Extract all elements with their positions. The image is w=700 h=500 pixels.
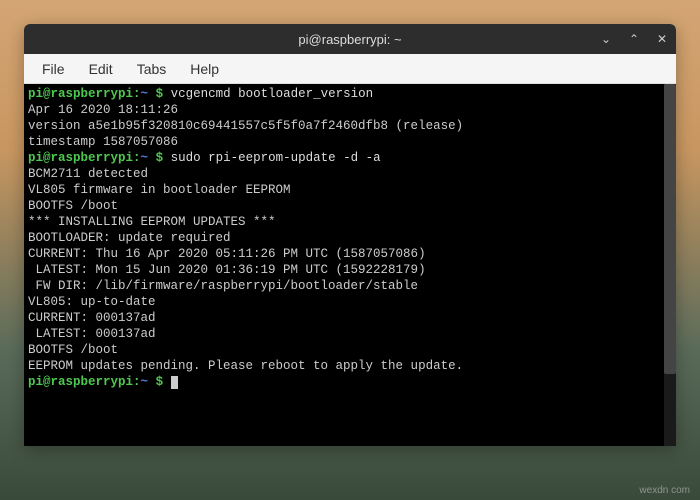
scrollbar-thumb[interactable] (664, 84, 676, 374)
output-line: CURRENT: Thu 16 Apr 2020 05:11:26 PM UTC… (28, 246, 672, 262)
output-line: EEPROM updates pending. Please reboot to… (28, 358, 672, 374)
prompt-line-3: pi@raspberrypi:~ $ (28, 374, 672, 390)
output-line: Apr 16 2020 18:11:26 (28, 102, 672, 118)
output-line: VL805 firmware in bootloader EEPROM (28, 182, 672, 198)
prompt-path: ~ (141, 87, 149, 101)
prompt-path: ~ (141, 151, 149, 165)
minimize-icon[interactable]: ⌄ (598, 32, 614, 46)
output-line: BCM2711 detected (28, 166, 672, 182)
output-line: version a5e1b95f320810c69441557c5f5f0a7f… (28, 118, 672, 134)
output-line: timestamp 1587057086 (28, 134, 672, 150)
output-line: LATEST: Mon 15 Jun 2020 01:36:19 PM UTC … (28, 262, 672, 278)
output-line: CURRENT: 000137ad (28, 310, 672, 326)
terminal-viewport[interactable]: pi@raspberrypi:~ $ vcgencmd bootloader_v… (24, 84, 676, 446)
terminal-window: pi@raspberrypi: ~ ⌄ ⌃ ✕ File Edit Tabs H… (24, 24, 676, 446)
prompt-dollar: $ (148, 375, 171, 389)
menu-edit[interactable]: Edit (79, 57, 123, 81)
prompt-user: pi@raspberrypi (28, 151, 133, 165)
prompt-user: pi@raspberrypi (28, 375, 133, 389)
prompt-sep: : (133, 87, 141, 101)
output-line: LATEST: 000137ad (28, 326, 672, 342)
prompt-dollar: $ (148, 87, 171, 101)
output-line: BOOTFS /boot (28, 342, 672, 358)
output-line: *** INSTALLING EEPROM UPDATES *** (28, 214, 672, 230)
watermark: wexdn com (639, 485, 690, 496)
prompt-line-1: pi@raspberrypi:~ $ vcgencmd bootloader_v… (28, 86, 672, 102)
prompt-sep: : (133, 151, 141, 165)
command-1: vcgencmd bootloader_version (171, 87, 374, 101)
menu-help[interactable]: Help (180, 57, 229, 81)
cursor-icon (171, 376, 178, 389)
prompt-user: pi@raspberrypi (28, 87, 133, 101)
output-line: BOOTLOADER: update required (28, 230, 672, 246)
close-icon[interactable]: ✕ (654, 32, 670, 46)
maximize-icon[interactable]: ⌃ (626, 32, 642, 46)
command-2: sudo rpi-eeprom-update -d -a (171, 151, 381, 165)
titlebar: pi@raspberrypi: ~ ⌄ ⌃ ✕ (24, 24, 676, 54)
menu-tabs[interactable]: Tabs (127, 57, 177, 81)
prompt-line-2: pi@raspberrypi:~ $ sudo rpi-eeprom-updat… (28, 150, 672, 166)
prompt-sep: : (133, 375, 141, 389)
output-line: BOOTFS /boot (28, 198, 672, 214)
window-title: pi@raspberrypi: ~ (298, 32, 401, 47)
prompt-path: ~ (141, 375, 149, 389)
window-controls: ⌄ ⌃ ✕ (598, 32, 670, 46)
menubar: File Edit Tabs Help (24, 54, 676, 84)
menu-file[interactable]: File (32, 57, 75, 81)
output-line: VL805: up-to-date (28, 294, 672, 310)
output-line: FW DIR: /lib/firmware/raspberrypi/bootlo… (28, 278, 672, 294)
prompt-dollar: $ (148, 151, 171, 165)
scrollbar[interactable] (664, 84, 676, 446)
